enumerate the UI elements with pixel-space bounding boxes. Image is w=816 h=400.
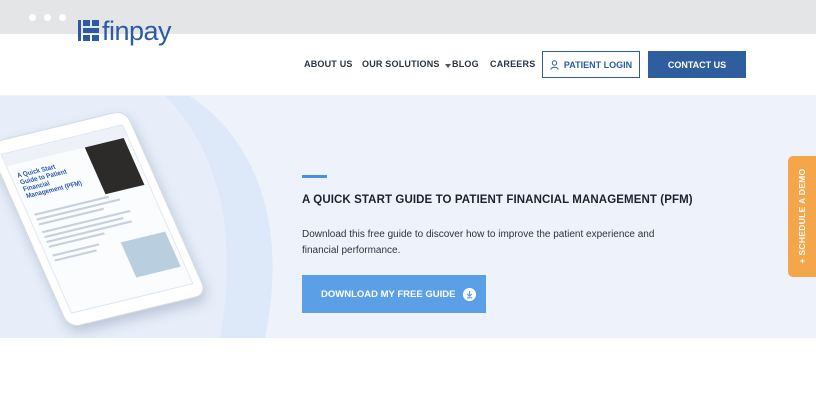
nav-our-solutions-label: OUR SOLUTIONS: [362, 59, 440, 69]
hero-description: Download this free guide to discover how…: [302, 229, 655, 256]
tablet-guide-title: A Quick Start Guide to Patient Financial…: [15, 163, 84, 201]
patient-login-button[interactable]: PATIENT LOGIN: [542, 51, 640, 78]
patient-login-label: PATIENT LOGIN: [563, 59, 633, 70]
chevron-down-icon: [444, 64, 451, 68]
contact-us-button[interactable]: CONTACT US: [648, 51, 746, 78]
logo-mark-icon: [78, 20, 100, 42]
finpay-logo[interactable]: finpay: [78, 16, 172, 46]
window-dot: [29, 14, 36, 21]
page-body: [0, 338, 816, 400]
logo-text: finpay: [102, 16, 172, 46]
window-dot: [59, 14, 66, 21]
window-dot: [44, 14, 51, 21]
accent-divider: [302, 175, 327, 178]
guide-photo-2: [120, 231, 181, 278]
nav-careers[interactable]: CAREERS: [490, 59, 535, 69]
download-guide-label: DOWNLOAD MY FREE GUIDE: [321, 288, 456, 300]
user-icon: [550, 59, 559, 70]
download-guide-button[interactable]: DOWNLOAD MY FREE GUIDE: [302, 275, 486, 313]
nav-blog[interactable]: BLOG: [452, 59, 479, 69]
nav-about-us[interactable]: ABOUT US: [304, 59, 353, 69]
nav-our-solutions[interactable]: OUR SOLUTIONS: [362, 59, 451, 69]
hero-title: A QUICK START GUIDE TO PATIENT FINANCIAL…: [302, 194, 693, 206]
guide-photo: [84, 138, 145, 195]
download-icon: [463, 288, 476, 301]
schedule-demo-label: + SCHEDULE A DEMO: [797, 168, 807, 264]
schedule-demo-tab[interactable]: + SCHEDULE A DEMO: [788, 156, 816, 277]
